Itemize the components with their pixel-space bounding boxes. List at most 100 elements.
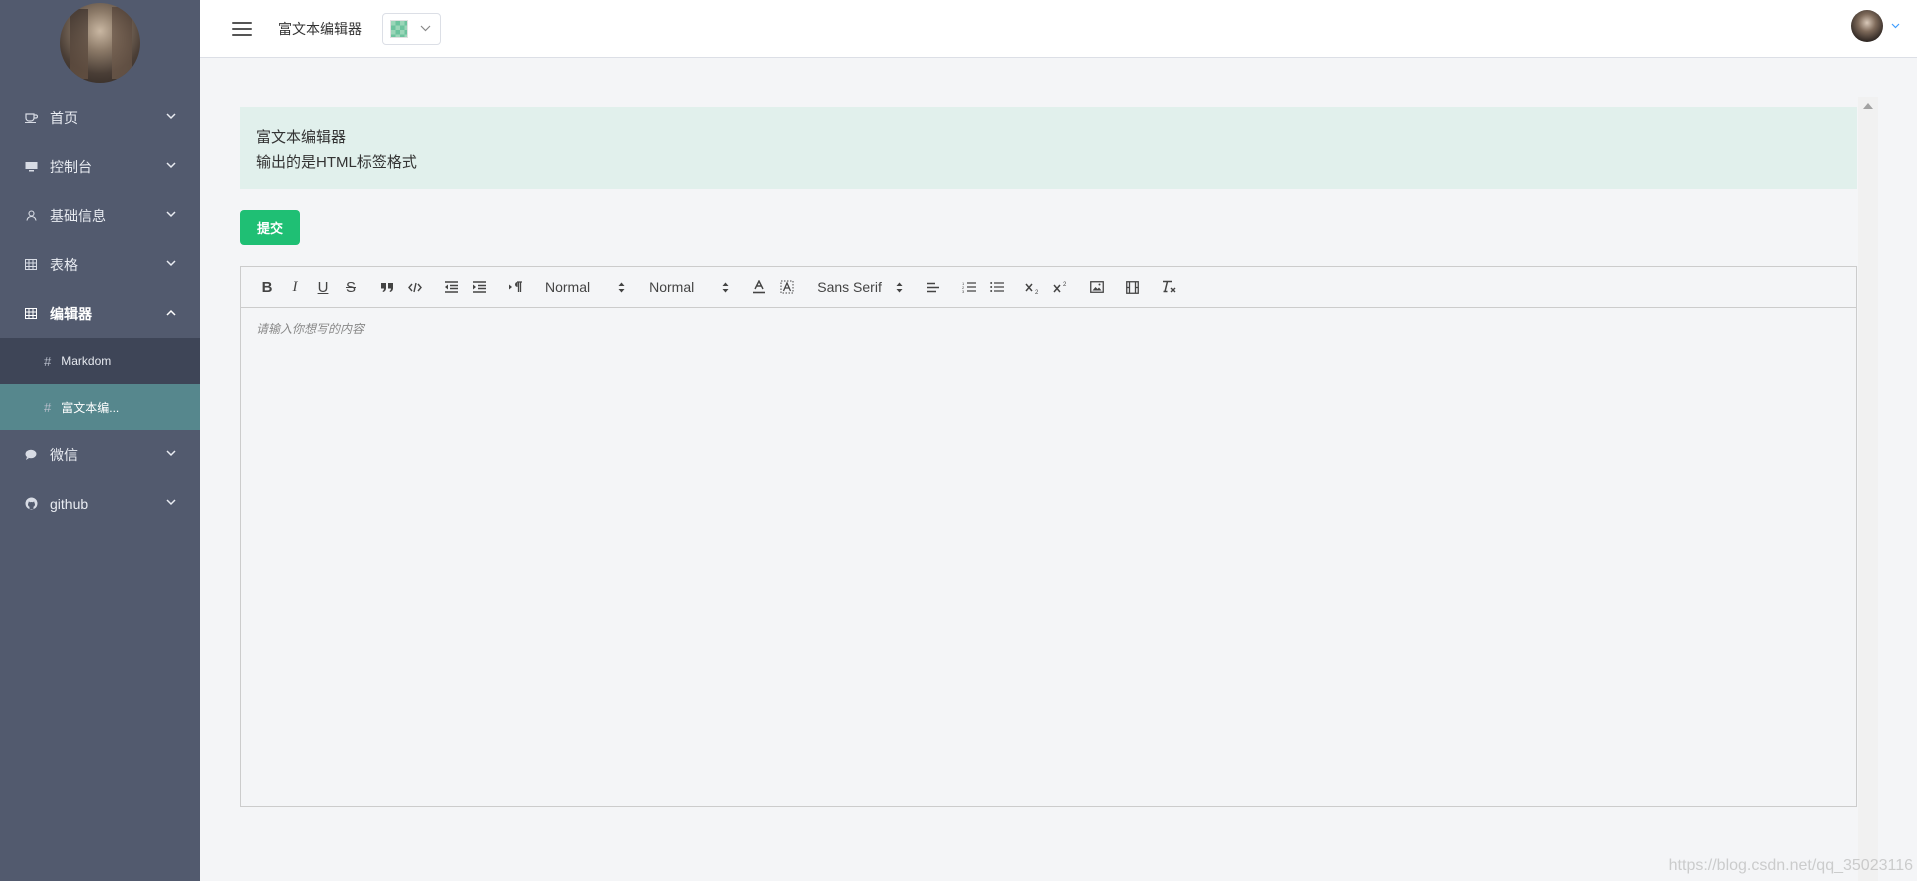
top-header: 富文本编辑器	[200, 0, 1917, 58]
chevron-down-icon	[166, 161, 176, 172]
chevron-down-icon	[420, 25, 431, 32]
sidebar-subitem-label: Markdom	[61, 354, 112, 368]
font-family-select[interactable]: Sans Serif	[809, 275, 911, 299]
bullet-list-button[interactable]	[983, 275, 1011, 299]
github-icon	[24, 497, 38, 511]
avatar[interactable]	[60, 3, 140, 83]
subscript-icon: 2	[1025, 283, 1039, 294]
info-notice: 富文本编辑器 输出的是HTML标签格式	[240, 107, 1857, 189]
chevron-down-icon	[166, 259, 176, 270]
font-color-icon	[753, 280, 766, 294]
sidebar-item-label: 编辑器	[50, 305, 92, 322]
sidebar-item-label: 基础信息	[50, 207, 106, 224]
sidebar-item-label: github	[50, 495, 89, 512]
bold-button[interactable]: B	[253, 275, 281, 299]
editor-placeholder: 请输入你想写的内容	[256, 322, 365, 336]
svg-text:3: 3	[962, 289, 965, 293]
sidebar-item-wechat[interactable]: 微信	[0, 430, 200, 479]
svg-text:2: 2	[1063, 282, 1067, 288]
chevron-down-icon	[166, 112, 176, 123]
background-color-icon	[780, 280, 794, 294]
code-block-button[interactable]	[401, 275, 429, 299]
sidebar-item-label: 首页	[50, 109, 78, 126]
font-size-value: Normal	[649, 279, 695, 295]
editor-content-area[interactable]: 请输入你想写的内容	[241, 308, 1856, 806]
subscript-button[interactable]: 2	[1019, 275, 1047, 299]
sidebar-item-editor[interactable]: 编辑器	[0, 289, 200, 338]
superscript-button[interactable]: 2	[1047, 275, 1075, 299]
quote-icon	[381, 282, 393, 292]
svg-text:2: 2	[1035, 290, 1039, 294]
notice-title: 富文本编辑器	[256, 129, 347, 146]
header-format-select[interactable]: Normal	[537, 275, 633, 299]
rich-text-editor: B I U S Normal Normal Sans Serif 1 2 3 2…	[240, 266, 1857, 807]
align-left-icon	[926, 282, 939, 292]
chevron-down-icon	[1891, 23, 1900, 29]
hamburger-menu-icon[interactable]	[232, 21, 252, 36]
header-format-value: Normal	[545, 279, 591, 295]
scroll-up-arrow-icon[interactable]	[1863, 103, 1873, 109]
notice-description: 输出的是HTML标签格式	[256, 154, 417, 171]
monitor-icon	[24, 160, 38, 174]
video-button[interactable]	[1119, 275, 1147, 299]
background-color-button[interactable]	[773, 275, 801, 299]
user-icon	[24, 209, 38, 223]
page-title: 富文本编辑器	[278, 20, 362, 37]
font-size-select[interactable]: Normal	[641, 275, 737, 299]
sidebar-subitem-rich-text[interactable]: # 富文本编...	[0, 384, 200, 430]
sidebar-item-console[interactable]: 控制台	[0, 142, 200, 191]
chevron-up-icon	[166, 309, 176, 319]
sidebar-item-label: 微信	[50, 446, 78, 463]
submit-button[interactable]: 提交	[240, 210, 300, 245]
vertical-scrollbar[interactable]	[1858, 97, 1878, 881]
paragraph-direction-icon	[508, 281, 522, 292]
watermark: https://blog.csdn.net/qq_35023116	[1668, 857, 1913, 874]
outdent-button[interactable]	[437, 275, 465, 299]
indent-button[interactable]	[465, 275, 493, 299]
blockquote-button[interactable]	[373, 275, 401, 299]
font-family-value: Sans Serif	[817, 279, 882, 295]
table-icon	[24, 307, 38, 321]
sidebar-item-label: 表格	[50, 256, 78, 273]
theme-color-picker[interactable]	[382, 12, 441, 45]
text-color-button[interactable]	[745, 275, 773, 299]
strikethrough-button[interactable]: S	[337, 275, 365, 299]
updown-arrows-icon	[618, 282, 625, 293]
italic-button[interactable]: I	[281, 275, 309, 299]
clear-format-icon	[1162, 280, 1176, 293]
chevron-down-icon	[166, 210, 176, 221]
outdent-icon	[444, 281, 458, 293]
text-direction-button[interactable]	[501, 275, 529, 299]
chevron-down-icon	[166, 498, 176, 509]
sidebar-subitem-markdom[interactable]: # Markdom	[0, 338, 200, 384]
align-button[interactable]	[919, 275, 947, 299]
chevron-down-icon	[166, 449, 176, 460]
image-icon	[1089, 281, 1104, 293]
indent-icon	[472, 281, 486, 293]
table-icon	[24, 258, 38, 272]
sidebar-item-home[interactable]: 首页	[0, 93, 200, 142]
clear-format-button[interactable]	[1155, 275, 1183, 299]
user-menu[interactable]	[1851, 10, 1900, 42]
main-content: 富文本编辑器 输出的是HTML标签格式 提交 B I U S Normal No…	[240, 107, 1857, 807]
sidebar: 首页 控制台 基础信息 表格 编辑器 # Markdom # 富文本编... 微…	[0, 0, 200, 881]
updown-arrows-icon	[896, 282, 903, 293]
sidebar-item-basic-info[interactable]: 基础信息	[0, 191, 200, 240]
ordered-list-button[interactable]: 123	[955, 275, 983, 299]
superscript-icon: 2	[1053, 282, 1067, 292]
editor-toolbar: B I U S Normal Normal Sans Serif 1 2 3 2…	[241, 267, 1856, 308]
ordered-list-icon: 123	[962, 281, 976, 293]
video-icon	[1126, 280, 1140, 294]
chat-icon	[24, 448, 38, 462]
image-button[interactable]	[1083, 275, 1111, 299]
avatar[interactable]	[1851, 10, 1883, 42]
bullet-list-icon	[990, 282, 1004, 292]
sidebar-item-github[interactable]: github	[0, 479, 200, 528]
sidebar-item-table[interactable]: 表格	[0, 240, 200, 289]
color-swatch-icon	[390, 19, 408, 38]
underline-button[interactable]: U	[309, 275, 337, 299]
hash-icon: #	[44, 353, 52, 369]
sidebar-avatar-area	[0, 0, 200, 93]
hash-icon: #	[44, 399, 52, 415]
sidebar-subitem-label: 富文本编...	[61, 400, 120, 415]
